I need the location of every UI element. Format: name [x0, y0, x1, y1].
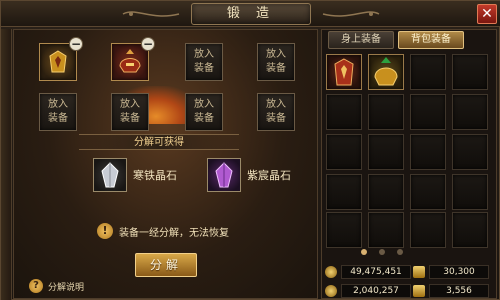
currency-value: 30,300: [429, 265, 489, 279]
bag-slot[interactable]: [410, 174, 446, 210]
slot-label: 放入: [194, 49, 214, 60]
window-title: 锻 造: [191, 3, 311, 25]
gold-coin-icon: [325, 266, 337, 278]
currency-bound-gold: 2,040,257: [325, 284, 411, 298]
warning-text: 装备一经分解，无法恢复: [119, 227, 229, 239]
currency-bound-ingot: 3,556: [413, 284, 489, 298]
gold-armor-icon: [49, 50, 67, 73]
bag-slot[interactable]: [326, 134, 362, 170]
purple-crystal-icon: [207, 158, 241, 192]
close-button[interactable]: ✕: [477, 4, 497, 24]
empty-slot[interactable]: 放入 装备: [111, 93, 149, 131]
forge-window: 锻 造 ✕ − − 放入 装备 放入 装备 放入 装备 放入 装备 放入 装备 …: [0, 0, 500, 300]
slot-label: 装备: [48, 113, 68, 124]
bag-slot[interactable]: [326, 94, 362, 130]
bag-slot[interactable]: [410, 94, 446, 130]
page-dot[interactable]: [361, 249, 367, 255]
currency-gold: 49,475,451: [325, 265, 411, 279]
page-indicator: [361, 249, 403, 255]
empty-slot[interactable]: 放入 装备: [185, 43, 223, 81]
gold-ingot-icon: [413, 266, 425, 278]
slot-label: 装备: [194, 113, 214, 124]
side-strip: [1, 29, 12, 300]
help-icon: ?: [29, 279, 43, 293]
bag-slot[interactable]: [326, 174, 362, 210]
tab-bag[interactable]: 背包装备: [398, 31, 464, 49]
red-helmet-icon: [119, 49, 141, 73]
title-ornament-left-icon: [122, 11, 180, 17]
empty-slot[interactable]: 放入 装备: [257, 93, 295, 131]
result-item-2: 紫宸晶石: [207, 157, 291, 193]
tab-equipped[interactable]: 身上装备: [328, 31, 394, 49]
equip-slot-1[interactable]: −: [39, 37, 83, 81]
currency-value: 49,475,451: [341, 265, 411, 279]
bag-slot[interactable]: [368, 174, 404, 210]
help-link[interactable]: ? 分解说明: [29, 279, 84, 293]
empty-slot[interactable]: 放入 装备: [185, 93, 223, 131]
bag-slot[interactable]: [368, 94, 404, 130]
remove-item-button[interactable]: −: [141, 37, 155, 51]
warning-icon: !: [97, 223, 113, 239]
slot-label: 放入: [48, 99, 68, 110]
currency-value: 3,556: [429, 284, 489, 298]
bag-slot[interactable]: [452, 54, 488, 90]
result-item-1: 寒铁晶石: [93, 157, 177, 193]
slot-label: 放入: [266, 99, 286, 110]
empty-slot[interactable]: 放入 装备: [257, 43, 295, 81]
bag-slot[interactable]: [452, 174, 488, 210]
slot-label: 装备: [266, 63, 286, 74]
warning-row: ! 装备一经分解，无法恢复: [97, 223, 229, 239]
help-label: 分解说明: [48, 282, 85, 293]
bag-slot[interactable]: [368, 54, 404, 90]
bag-slot[interactable]: [410, 212, 446, 248]
slot-label: 装备: [266, 113, 286, 124]
silver-crystal-icon: [93, 158, 127, 192]
title-ornament-right-icon: [322, 11, 380, 17]
currency-value: 2,040,257: [341, 284, 411, 298]
titlebar: 锻 造 ✕: [1, 1, 500, 27]
remove-item-button[interactable]: −: [69, 37, 83, 51]
page-dot[interactable]: [379, 249, 385, 255]
slot-label: 装备: [194, 63, 214, 74]
bag-slot[interactable]: [452, 212, 488, 248]
slot-label: 放入: [194, 99, 214, 110]
equip-slot-2[interactable]: −: [111, 37, 155, 81]
slot-label: 放入: [120, 99, 140, 110]
slot-label: 放入: [266, 49, 286, 60]
bag-slot[interactable]: [326, 212, 362, 248]
gold-helmet-icon: [374, 57, 398, 86]
bag-slot[interactable]: [410, 54, 446, 90]
bag-slot[interactable]: [368, 212, 404, 248]
bag-slot[interactable]: [368, 134, 404, 170]
bag-slot[interactable]: [452, 134, 488, 170]
bag-slot[interactable]: [326, 54, 362, 90]
gold-ingot-icon: [413, 285, 425, 297]
split-button[interactable]: 分解: [135, 253, 197, 277]
result-label: 紫宸晶石: [247, 169, 291, 182]
result-header: 分解可获得: [79, 134, 239, 150]
page-dot[interactable]: [397, 249, 403, 255]
empty-slot[interactable]: 放入 装备: [39, 93, 77, 131]
red-armor-icon: [334, 58, 354, 86]
bag-slot[interactable]: [452, 94, 488, 130]
gold-coin-icon: [325, 285, 337, 297]
currency-ingot: 30,300: [413, 265, 489, 279]
result-label: 寒铁晶石: [133, 169, 177, 182]
bag-slot[interactable]: [410, 134, 446, 170]
slot-label: 装备: [120, 113, 140, 124]
